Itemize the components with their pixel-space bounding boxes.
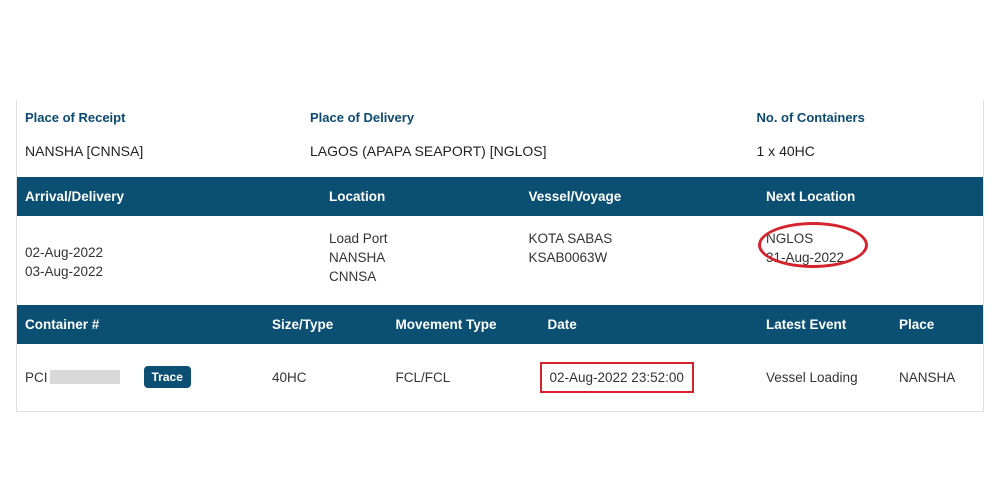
header-container-number: Container # <box>25 317 272 332</box>
header-movement-type: Movement Type <box>396 317 548 332</box>
vessel-voyage-cell: KOTA SABAS KSAB0063W <box>529 230 767 287</box>
header-location: Location <box>329 189 529 204</box>
container-prefix: PCI <box>25 370 48 385</box>
place-cell: NANSHA <box>899 370 975 385</box>
container-number-cell: PCI Trace <box>25 366 272 388</box>
container-table-header: Container # Size/Type Movement Type Date… <box>17 305 983 344</box>
no-of-containers-block: No. of Containers 1 x 40HC <box>757 110 976 159</box>
header-arrival-delivery: Arrival/Delivery <box>25 189 329 204</box>
next-location-date: 31-Aug-2022 <box>766 249 975 268</box>
tracking-panel: Place of Receipt NANSHA [CNNSA] Place of… <box>16 100 984 412</box>
header-place: Place <box>899 317 975 332</box>
location-type: Load Port <box>329 230 529 249</box>
arrival-date-2: 03-Aug-2022 <box>25 263 329 282</box>
place-of-receipt-block: Place of Receipt NANSHA [CNNSA] <box>25 110 310 159</box>
header-latest-event: Latest Event <box>766 317 899 332</box>
voyage-code: KSAB0063W <box>529 249 767 268</box>
voyage-table-header: Arrival/Delivery Location Vessel/Voyage … <box>17 177 983 216</box>
location-code: CNNSA <box>329 268 529 287</box>
no-of-containers-value: 1 x 40HC <box>757 143 956 159</box>
header-size-type: Size/Type <box>272 317 396 332</box>
size-type-cell: 40HC <box>272 370 396 385</box>
container-row: PCI Trace 40HC FCL/FCL 02-Aug-2022 23:52… <box>17 344 983 411</box>
header-next-location: Next Location <box>766 189 975 204</box>
arrival-date-1: 02-Aug-2022 <box>25 244 329 263</box>
header-vessel-voyage: Vessel/Voyage <box>529 189 767 204</box>
location-cell: Load Port NANSHA CNNSA <box>329 230 529 287</box>
next-location-cell: NGLOS 31-Aug-2022 <box>766 230 975 287</box>
movement-type-cell: FCL/FCL <box>396 370 548 385</box>
vessel-name: KOTA SABAS <box>529 230 767 249</box>
no-of-containers-label: No. of Containers <box>757 110 956 125</box>
container-event-date: 02-Aug-2022 23:52:00 <box>550 370 684 385</box>
highlight-box-annotation: 02-Aug-2022 23:52:00 <box>540 362 694 393</box>
location-name: NANSHA <box>329 249 529 268</box>
place-of-delivery-label: Place of Delivery <box>310 110 737 125</box>
place-of-delivery-block: Place of Delivery LAGOS (APAPA SEAPORT) … <box>310 110 757 159</box>
date-cell: 02-Aug-2022 23:52:00 <box>548 362 767 393</box>
arrival-delivery-cell: 02-Aug-2022 03-Aug-2022 <box>25 230 329 287</box>
summary-row: Place of Receipt NANSHA [CNNSA] Place of… <box>17 100 983 177</box>
place-of-receipt-value: NANSHA [CNNSA] <box>25 143 290 159</box>
place-of-receipt-label: Place of Receipt <box>25 110 290 125</box>
place-of-delivery-value: LAGOS (APAPA SEAPORT) [NGLOS] <box>310 143 737 159</box>
latest-event-cell: Vessel Loading <box>766 370 899 385</box>
voyage-row: 02-Aug-2022 03-Aug-2022 Load Port NANSHA… <box>17 216 983 305</box>
header-date: Date <box>548 317 767 332</box>
next-location-code: NGLOS <box>766 230 975 249</box>
container-number-redacted <box>50 370 120 384</box>
trace-button[interactable]: Trace <box>144 366 191 388</box>
